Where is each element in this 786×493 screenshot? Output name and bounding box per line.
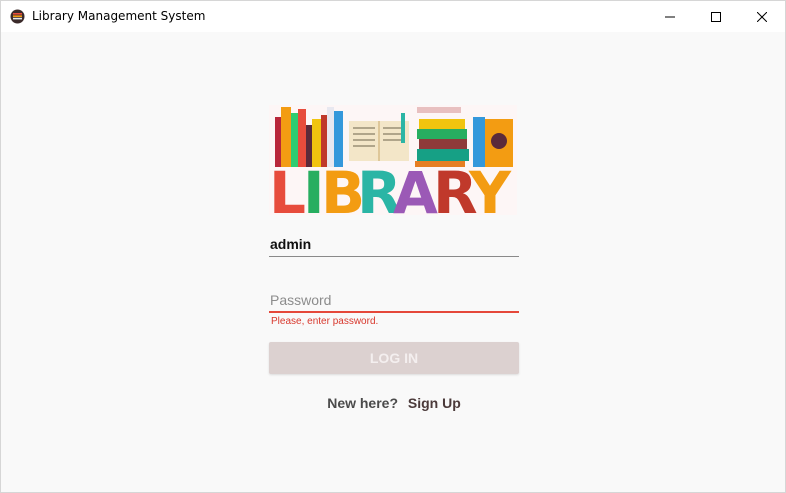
signup-row: New here? Sign Up: [269, 395, 519, 413]
window-title: Library Management System: [32, 9, 206, 23]
close-button[interactable]: [739, 1, 785, 32]
minimize-button[interactable]: [647, 1, 693, 32]
password-input[interactable]: [269, 289, 519, 310]
maximize-icon: [711, 11, 721, 22]
library-logo: L I B R A R Y: [269, 105, 517, 215]
maximize-button[interactable]: [693, 1, 739, 32]
close-icon: [757, 11, 767, 22]
library-word-logo: L I B R A R Y: [269, 159, 512, 215]
svg-text:L: L: [269, 159, 306, 215]
password-field[interactable]: [269, 289, 519, 313]
minimize-icon: [665, 16, 675, 17]
library-app-icon: [10, 9, 25, 24]
svg-text:Y: Y: [468, 159, 512, 215]
signup-link[interactable]: Sign Up: [408, 395, 461, 411]
username-field[interactable]: [269, 233, 519, 257]
login-button[interactable]: LOG IN: [269, 342, 519, 374]
password-error-message: Please, enter password.: [271, 316, 379, 327]
svg-text:A: A: [393, 159, 438, 215]
title-bar: Library Management System: [1, 1, 785, 32]
username-input[interactable]: [269, 233, 519, 255]
signup-prompt: New here?: [327, 395, 399, 411]
